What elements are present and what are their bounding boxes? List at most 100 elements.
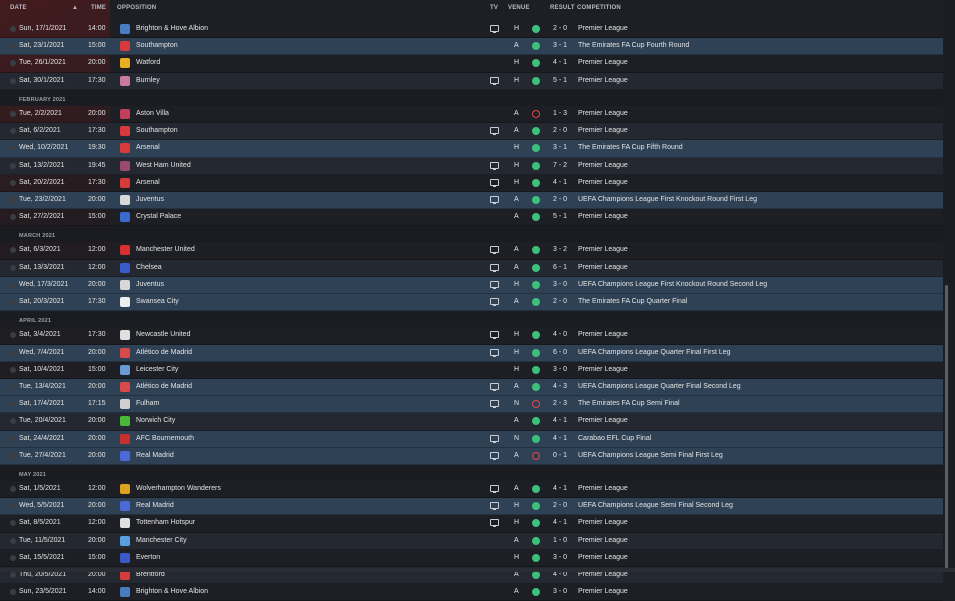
opposition-name[interactable]: Southampton <box>136 127 178 134</box>
competition-name[interactable]: Premier League <box>578 25 628 32</box>
competition-name[interactable]: Premier League <box>578 213 628 220</box>
competition-name[interactable]: The Emirates FA Cup Fifth Round <box>578 144 683 151</box>
row-select-dot[interactable] <box>10 26 16 32</box>
fixture-row[interactable]: Sat, 8/5/2021 12:00 Tottenham Hotspur H 4 - … <box>0 515 943 533</box>
competition-name[interactable]: Premier League <box>578 485 628 492</box>
fixture-row[interactable]: Sun, 17/1/2021 14:00 Brighton & Hove Albio… <box>0 21 943 39</box>
header-result[interactable]: RESULT <box>550 5 575 11</box>
row-select-dot[interactable] <box>10 264 16 271</box>
opposition-name[interactable]: Southampton <box>136 42 178 49</box>
result-score[interactable]: 1 - 0 <box>553 537 567 544</box>
fixture-row[interactable]: Wed, 10/2/2021 19:30 Arsenal H 3 - 1 The Emir… <box>0 140 943 158</box>
opposition-name[interactable]: Tottenham Hotspur <box>136 519 195 526</box>
opposition-name[interactable]: Norwich City <box>136 417 175 424</box>
fixture-row[interactable]: Tue, 11/5/2021 20:00 Manchester City A 1 - 0… <box>0 532 943 550</box>
scrollbar-thumb[interactable] <box>945 285 948 572</box>
row-select-dot[interactable] <box>10 179 16 186</box>
fixture-row[interactable]: Tue, 2/2/2021 20:00 Aston Villa A 1 - 3 Premi… <box>0 106 943 124</box>
fixture-row[interactable]: Sat, 15/5/2021 15:00 Everton H 3 - 0 Premier … <box>0 550 943 567</box>
competition-name[interactable]: UEFA Champions League First Knockout Rou… <box>578 281 767 288</box>
fixture-row[interactable]: Tue, 13/4/2021 20:00 Atlético de Madrid A 4 … <box>0 378 943 397</box>
result-score[interactable]: 4 - 3 <box>553 383 567 390</box>
competition-name[interactable]: Premier League <box>578 331 628 338</box>
result-score[interactable]: 4 - 0 <box>553 571 567 578</box>
header-opposition[interactable]: OPPOSITION <box>117 5 156 11</box>
result-score[interactable]: 3 - 0 <box>553 281 567 288</box>
header-tv[interactable]: TV <box>490 5 498 11</box>
opposition-name[interactable]: Atlético de Madrid <box>136 349 192 356</box>
result-score[interactable]: 2 - 0 <box>553 25 567 32</box>
opposition-name[interactable]: Aston Villa <box>136 110 169 117</box>
fixture-row[interactable]: Wed, 17/3/2021 20:00 Juventus H 3 - 0 UEFA Ch… <box>0 276 943 294</box>
opposition-name[interactable]: Brighton & Hove Albion <box>136 588 208 595</box>
competition-name[interactable]: Premier League <box>578 77 628 84</box>
fixture-row[interactable]: Sat, 3/4/2021 17:30 Newcastle United H 4 - 0… <box>0 327 943 345</box>
fixture-row[interactable]: Sat, 20/2/2021 17:30 Arsenal H 4 - 1 Premier … <box>0 175 943 192</box>
result-score[interactable]: 5 - 1 <box>553 213 567 220</box>
opposition-name[interactable]: Swansea City <box>136 298 179 305</box>
fixture-row[interactable]: Sat, 6/3/2021 12:00 Manchester United A 3 - … <box>0 242 943 260</box>
result-score[interactable]: 4 - 1 <box>553 435 567 442</box>
row-select-dot[interactable] <box>10 418 16 425</box>
fixture-row[interactable]: Tue, 23/2/2021 20:00 Juventus A 2 - 0 UEFA Ch… <box>0 191 943 210</box>
result-score[interactable]: 3 - 0 <box>553 588 567 595</box>
row-select-dot[interactable] <box>10 401 16 408</box>
fixture-row[interactable]: Tue, 26/1/2021 20:00 Watford H 4 - 1 Premier … <box>0 55 943 73</box>
row-select-dot[interactable] <box>10 77 16 84</box>
competition-name[interactable]: Premier League <box>578 366 628 373</box>
header-date[interactable]: DATE <box>10 5 27 11</box>
competition-name[interactable]: The Emirates FA Cup Quarter Final <box>578 298 687 305</box>
fixture-row[interactable]: Sat, 13/2/2021 19:45 West Ham United H 7 - 2… <box>0 157 943 175</box>
fixture-row[interactable]: Tue, 27/4/2021 20:00 Real Madrid A 0 - 1 UEFA… <box>0 447 943 465</box>
row-select-dot[interactable] <box>10 145 16 152</box>
result-score[interactable]: 6 - 0 <box>553 349 567 356</box>
row-select-dot[interactable] <box>10 589 16 596</box>
opposition-name[interactable]: Everton <box>136 554 160 561</box>
row-select-dot[interactable] <box>10 43 16 50</box>
result-score[interactable]: 5 - 1 <box>553 77 567 84</box>
row-select-dot[interactable] <box>10 383 16 390</box>
row-select-dot[interactable] <box>10 196 16 203</box>
competition-name[interactable]: UEFA Champions League Quarter Final Firs… <box>578 349 731 356</box>
competition-name[interactable]: Premier League <box>578 417 628 424</box>
opposition-name[interactable]: Manchester City <box>136 537 187 544</box>
competition-name[interactable]: Premier League <box>578 588 628 595</box>
row-select-dot[interactable] <box>10 572 16 578</box>
opposition-name[interactable]: Atlético de Madrid <box>136 383 192 390</box>
opposition-name[interactable]: Manchester United <box>136 246 195 253</box>
fixture-row[interactable]: Sat, 24/4/2021 20:00 AFC Bournemouth N 4 - 1… <box>0 430 943 448</box>
fixture-row[interactable]: Sat, 20/3/2021 17:30 Swansea City A 2 - 0 The… <box>0 294 943 312</box>
result-score[interactable]: 2 - 0 <box>553 502 567 509</box>
opposition-name[interactable]: Arsenal <box>136 179 160 186</box>
opposition-name[interactable]: Arsenal <box>136 144 160 151</box>
result-score[interactable]: 4 - 1 <box>553 59 567 66</box>
result-score[interactable]: 2 - 0 <box>553 127 567 134</box>
opposition-name[interactable]: Watford <box>136 59 160 66</box>
result-score[interactable]: 1 - 3 <box>553 110 567 117</box>
fixture-row[interactable]: Sat, 27/2/2021 15:00 Crystal Palace A 5 - 1 P… <box>0 209 943 227</box>
competition-name[interactable]: Premier League <box>578 246 628 253</box>
row-select-dot[interactable] <box>10 128 16 135</box>
competition-name[interactable]: Premier League <box>578 179 628 186</box>
opposition-name[interactable]: Juventus <box>136 281 164 288</box>
opposition-name[interactable]: Leicester City <box>136 366 178 373</box>
header-time[interactable]: TIME <box>91 5 106 11</box>
result-score[interactable]: 4 - 1 <box>553 417 567 424</box>
opposition-name[interactable]: Wolverhampton Wanderers <box>136 485 221 492</box>
opposition-name[interactable]: Fulham <box>136 400 159 407</box>
row-select-dot[interactable] <box>10 435 16 442</box>
result-score[interactable]: 7 - 2 <box>553 162 567 169</box>
opposition-name[interactable]: Brentford <box>136 571 165 578</box>
row-select-dot[interactable] <box>10 349 16 356</box>
row-select-dot[interactable] <box>10 452 16 459</box>
fixture-row[interactable]: Sat, 1/5/2021 12:00 Wolverhampton Wanderer… <box>0 481 943 499</box>
row-select-dot[interactable] <box>10 60 16 67</box>
result-score[interactable]: 3 - 0 <box>553 554 567 561</box>
fixture-row[interactable]: Sat, 10/4/2021 15:00 Leicester City H 3 - 0 P… <box>0 362 943 379</box>
opposition-name[interactable]: Chelsea <box>136 264 162 271</box>
result-score[interactable]: 4 - 1 <box>553 179 567 186</box>
competition-name[interactable]: The Emirates FA Cup Semi Final <box>578 400 680 407</box>
row-select-dot[interactable] <box>10 281 16 288</box>
result-score[interactable]: 3 - 1 <box>553 144 567 151</box>
result-score[interactable]: 3 - 0 <box>553 366 567 373</box>
